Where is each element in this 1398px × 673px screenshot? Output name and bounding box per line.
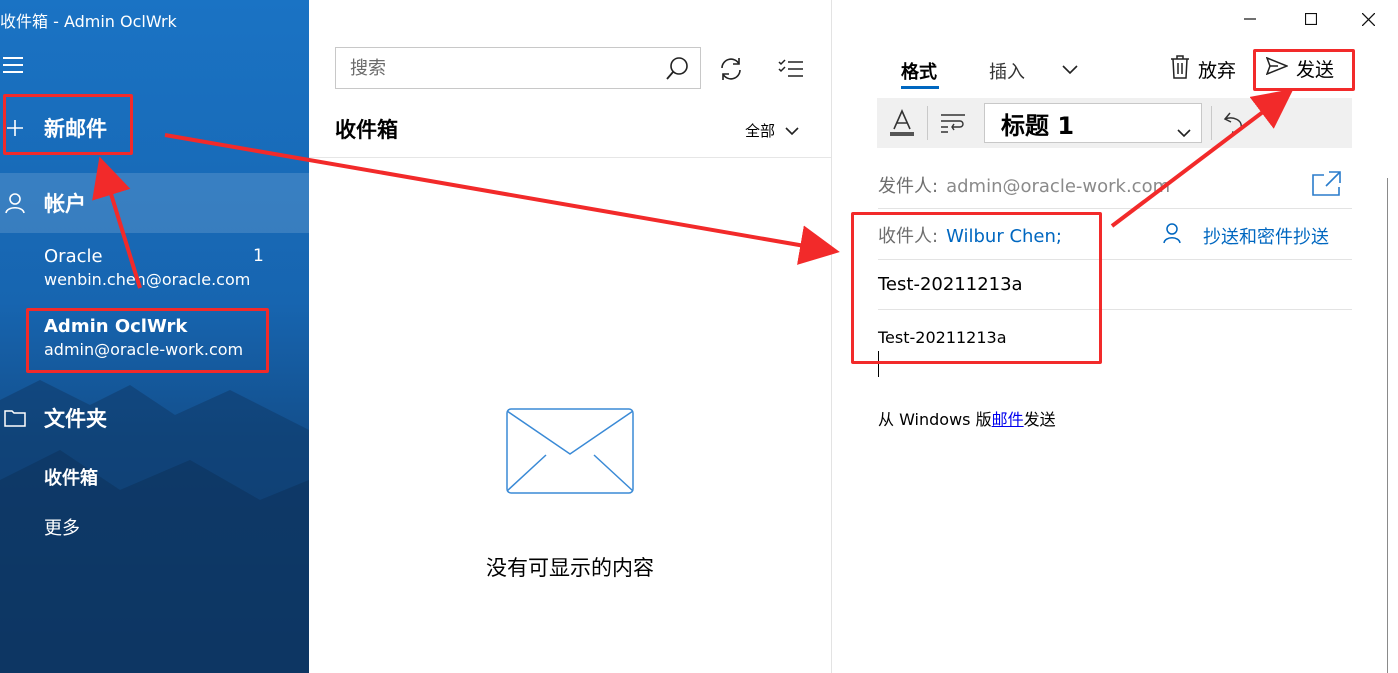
close-button[interactable] <box>1348 6 1388 32</box>
folder-item-inbox[interactable]: 收件箱 <box>44 464 98 490</box>
paragraph-format-icon[interactable] <box>935 106 971 140</box>
folder-item-more[interactable]: 更多 <box>44 514 80 540</box>
window-title: 收件箱 - Admin OclWrk <box>0 12 177 31</box>
tab-format[interactable]: 格式 <box>901 58 937 84</box>
envelope-icon <box>506 408 634 498</box>
from-value: admin@oracle-work.com <box>946 176 1171 197</box>
style-select[interactable]: 标题 1 <box>984 103 1202 143</box>
folder-icon <box>0 409 30 427</box>
accounts-header[interactable]: 帐户 <box>0 183 309 223</box>
toolbar-divider <box>927 106 928 140</box>
search-icon[interactable] <box>656 56 700 80</box>
cc-bcc-label: 抄送和密件抄送 <box>1203 226 1329 248</box>
search-input[interactable] <box>336 48 656 88</box>
chevron-down-icon <box>785 122 799 140</box>
signature-mail-link[interactable]: 邮件 <box>992 410 1024 429</box>
font-color-icon[interactable] <box>885 106 919 140</box>
account-email: wenbin.chen@oracle.com <box>44 270 251 289</box>
scrollbar[interactable] <box>1387 178 1388 673</box>
format-toolbar: 标题 1 <box>877 98 1352 148</box>
discard-button[interactable]: 放弃 <box>1170 55 1236 84</box>
maximize-button[interactable] <box>1291 6 1331 32</box>
message-list-pane: 收件箱 全部 没有可显示的内容 <box>309 0 832 673</box>
minimize-button[interactable] <box>1230 6 1270 32</box>
person-icon <box>0 192 30 214</box>
person-icon <box>1163 222 1181 249</box>
cc-bcc-link[interactable]: 抄送和密件抄送 <box>1163 222 1329 249</box>
filter-label: 全部 <box>745 122 776 140</box>
select-mode-icon[interactable] <box>774 52 808 86</box>
tab-insert[interactable]: 插入 <box>989 58 1025 84</box>
annotation-box-fields <box>851 212 1102 364</box>
annotation-box-send <box>1253 49 1355 91</box>
folders-header[interactable]: 文件夹 <box>0 398 309 438</box>
toolbar-divider <box>1211 106 1212 140</box>
more-tabs-chevron-icon[interactable] <box>1062 60 1078 79</box>
hamburger-icon[interactable] <box>3 57 25 77</box>
discard-label: 放弃 <box>1198 60 1237 82</box>
unread-count-badge: 1 <box>253 246 264 266</box>
divider <box>878 208 1352 209</box>
signature: 从 Windows 版邮件发送 <box>878 406 1056 430</box>
active-tab-indicator <box>901 86 939 89</box>
signature-prefix: 从 Windows 版 <box>878 410 992 429</box>
annotation-box-account <box>26 308 269 373</box>
popout-icon[interactable] <box>1312 170 1342 200</box>
sync-icon[interactable] <box>714 52 748 86</box>
filter-dropdown[interactable]: 全部 <box>745 120 799 141</box>
accounts-label: 帐户 <box>44 192 86 216</box>
undo-icon[interactable] <box>1217 106 1251 140</box>
trash-icon <box>1170 55 1190 84</box>
search-box <box>335 47 701 89</box>
chevron-down-icon <box>1177 116 1191 144</box>
annotation-box-new-mail <box>3 94 133 155</box>
style-select-value: 标题 1 <box>1001 111 1075 140</box>
from-label: 发件人: <box>878 176 939 197</box>
list-title: 收件箱 <box>335 118 398 142</box>
from-field[interactable]: 发件人: admin@oracle-work.com <box>878 172 1170 198</box>
account-name: Oracle <box>44 246 103 267</box>
empty-state-text: 没有可显示的内容 <box>486 556 654 580</box>
signature-suffix: 发送 <box>1023 410 1056 429</box>
folders-label: 文件夹 <box>44 407 107 431</box>
divider <box>309 157 831 158</box>
